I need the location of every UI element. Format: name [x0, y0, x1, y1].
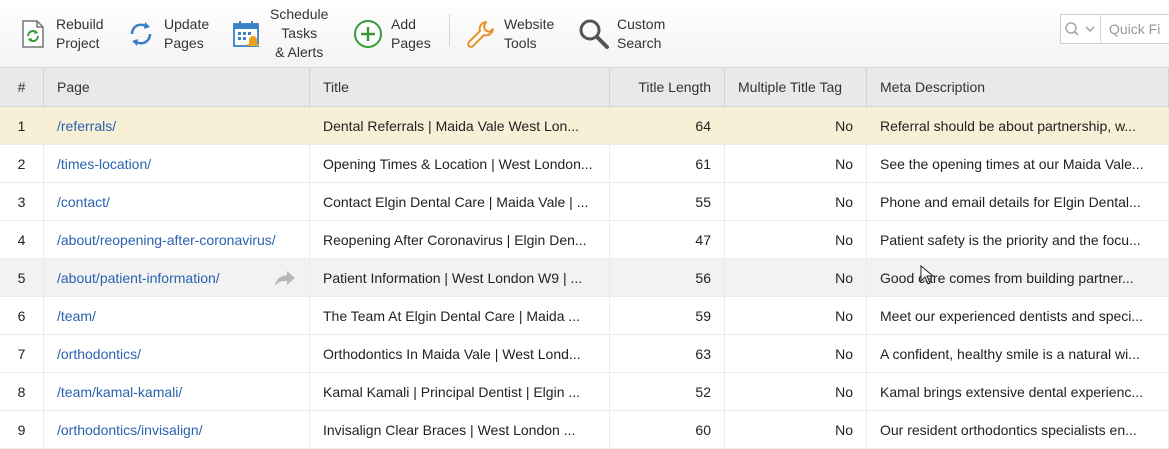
table-row[interactable]: 3 /contact/ Contact Elgin Dental Care | …: [0, 183, 1169, 221]
column-header-meta-description[interactable]: Meta Description: [867, 68, 1169, 106]
website-tools-label: Website Tools: [504, 15, 555, 51]
meta-description-cell: A confident, healthy smile is a natural …: [867, 335, 1169, 372]
row-number: 9: [0, 411, 44, 448]
page-link[interactable]: /referrals/: [44, 107, 310, 144]
title-length-cell: 61: [610, 145, 725, 182]
meta-description-cell: See the opening times at our Maida Vale.…: [867, 145, 1169, 182]
update-pages-label: Update Pages: [164, 15, 210, 51]
quick-filter-input[interactable]: [1101, 20, 1169, 38]
pages-table: # Page Title Title Length Multiple Title…: [0, 68, 1169, 449]
row-number: 4: [0, 221, 44, 258]
quick-filter: [1060, 14, 1169, 44]
page-link[interactable]: /orthodontics/invisalign/: [44, 411, 310, 448]
title-length-cell: 60: [610, 411, 725, 448]
multiple-title-cell: No: [725, 145, 867, 182]
title-cell: Patient Information | West London W9 | .…: [310, 259, 610, 296]
plus-circle-icon: [351, 17, 385, 51]
multiple-title-cell: No: [725, 107, 867, 144]
multiple-title-cell: No: [725, 297, 867, 334]
meta-description-cell: Meet our experienced dentists and speci.…: [867, 297, 1169, 334]
title-cell: Dental Referrals | Maida Vale West Lon..…: [310, 107, 610, 144]
schedule-tasks-button[interactable]: Schedule Tasks & Alerts: [230, 0, 328, 67]
title-cell: Orthodontics In Maida Vale | West Lond..…: [310, 335, 610, 372]
title-cell: Contact Elgin Dental Care | Maida Vale |…: [310, 183, 610, 220]
open-share-icon[interactable]: [274, 269, 296, 287]
refresh-icon: [124, 17, 158, 51]
multiple-title-cell: No: [725, 335, 867, 372]
table-row[interactable]: 8 /team/kamal-kamali/ Kamal Kamali | Pri…: [0, 373, 1169, 411]
title-length-cell: 64: [610, 107, 725, 144]
meta-description-cell: Patient safety is the priority and the f…: [867, 221, 1169, 258]
rebuild-icon: [16, 17, 50, 51]
toolbar-divider: [449, 14, 450, 46]
title-length-cell: 56: [610, 259, 725, 296]
multiple-title-cell: No: [725, 183, 867, 220]
add-pages-label: Add Pages: [391, 15, 431, 51]
row-number: 6: [0, 297, 44, 334]
table-row[interactable]: 4 /about/reopening-after-coronavirus/ Re…: [0, 221, 1169, 259]
row-number: 7: [0, 335, 44, 372]
toolbar: Rebuild Project Update Pages Schedule Ta…: [0, 0, 1169, 68]
page-link[interactable]: /team/: [44, 297, 310, 334]
column-header-number[interactable]: #: [0, 68, 44, 106]
row-number: 2: [0, 145, 44, 182]
page-link[interactable]: /times-location/: [44, 145, 310, 182]
multiple-title-cell: No: [725, 221, 867, 258]
title-length-cell: 63: [610, 335, 725, 372]
page-link[interactable]: /about/reopening-after-coronavirus/: [44, 221, 310, 258]
table-header: # Page Title Title Length Multiple Title…: [0, 68, 1169, 107]
table-row[interactable]: 5 /about/patient-information/ Patient In…: [0, 259, 1169, 297]
rebuild-project-label: Rebuild Project: [56, 15, 104, 51]
title-length-cell: 52: [610, 373, 725, 410]
row-number: 8: [0, 373, 44, 410]
website-tools-button[interactable]: Website Tools: [464, 0, 554, 67]
column-header-page[interactable]: Page: [44, 68, 310, 106]
table-row[interactable]: 6 /team/ The Team At Elgin Dental Care |…: [0, 297, 1169, 335]
meta-description-cell: Our resident orthodontics specialists en…: [867, 411, 1169, 448]
schedule-tasks-label: Schedule Tasks & Alerts: [270, 6, 329, 60]
meta-description-cell: Kamal brings extensive dental experienc.…: [867, 373, 1169, 410]
title-length-cell: 59: [610, 297, 725, 334]
table-row[interactable]: 7 /orthodontics/ Orthodontics In Maida V…: [0, 335, 1169, 373]
calendar-alert-icon: [230, 17, 264, 51]
multiple-title-cell: No: [725, 373, 867, 410]
meta-description-cell: Referral should be about partnership, w.…: [867, 107, 1169, 144]
row-number: 1: [0, 107, 44, 144]
wrench-icon: [464, 17, 498, 51]
row-number: 5: [0, 259, 44, 296]
quick-filter-dropdown[interactable]: [1061, 15, 1101, 43]
multiple-title-cell: No: [725, 411, 867, 448]
magnifier-icon: [577, 17, 611, 51]
title-cell: The Team At Elgin Dental Care | Maida ..…: [310, 297, 610, 334]
page-link[interactable]: /about/patient-information/: [44, 259, 310, 296]
title-cell: Reopening After Coronavirus | Elgin Den.…: [310, 221, 610, 258]
custom-search-button[interactable]: Custom Search: [577, 0, 665, 67]
page-link[interactable]: /contact/: [44, 183, 310, 220]
column-header-multiple-title-tag[interactable]: Multiple Title Tag: [725, 68, 867, 106]
custom-search-label: Custom Search: [617, 15, 666, 51]
title-cell: Invisalign Clear Braces | West London ..…: [310, 411, 610, 448]
mouse-cursor-icon: [920, 264, 935, 285]
row-number: 3: [0, 183, 44, 220]
table-row[interactable]: 2 /times-location/ Opening Times & Locat…: [0, 145, 1169, 183]
title-cell: Opening Times & Location | West London..…: [310, 145, 610, 182]
meta-description-cell: Phone and email details for Elgin Dental…: [867, 183, 1169, 220]
column-header-title-length[interactable]: Title Length: [610, 68, 725, 106]
title-cell: Kamal Kamali | Principal Dentist | Elgin…: [310, 373, 610, 410]
column-header-title[interactable]: Title: [310, 68, 610, 106]
title-length-cell: 55: [610, 183, 725, 220]
table-row[interactable]: 1 /referrals/ Dental Referrals | Maida V…: [0, 107, 1169, 145]
table-row[interactable]: 9 /orthodontics/invisalign/ Invisalign C…: [0, 411, 1169, 449]
multiple-title-cell: No: [725, 259, 867, 296]
add-pages-button[interactable]: Add Pages: [351, 0, 431, 67]
page-link[interactable]: /orthodontics/: [44, 335, 310, 372]
title-length-cell: 47: [610, 221, 725, 258]
update-pages-button[interactable]: Update Pages: [124, 0, 209, 67]
meta-description-cell: Good care comes from building partner...: [867, 259, 1169, 296]
rebuild-project-button[interactable]: Rebuild Project: [16, 0, 103, 67]
page-link[interactable]: /team/kamal-kamali/: [44, 373, 310, 410]
